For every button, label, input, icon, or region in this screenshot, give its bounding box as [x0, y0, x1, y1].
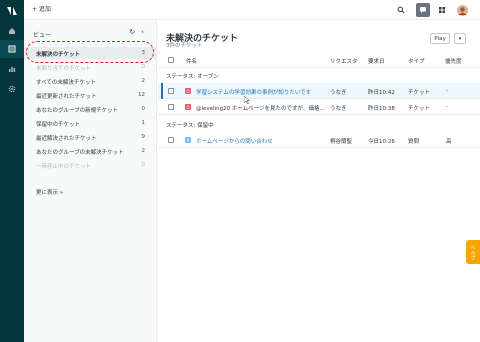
ticket-updated: 今日10:26	[368, 139, 395, 145]
views-icon	[8, 45, 16, 53]
show-more-link[interactable]: 更に表示 »	[36, 188, 63, 196]
search-button[interactable]	[394, 3, 408, 17]
add-button[interactable]: + 追加	[32, 4, 51, 13]
table-header: 件名 リクエスタ 要求日 タイプ 優先度	[158, 52, 480, 68]
top-bar: + 追加	[24, 0, 480, 20]
options-dropdown[interactable]: ▾	[454, 33, 466, 44]
view-item-recently-updated[interactable]: 最近更新されたチケット 12	[24, 89, 157, 101]
ticket-requester: 桐谷蘭聖	[330, 139, 353, 145]
avatar-image	[456, 4, 468, 16]
status-badge: O	[185, 104, 191, 110]
home-nav[interactable]	[0, 22, 24, 40]
ticket-priority: 高	[446, 139, 452, 145]
status-badge: O	[185, 88, 191, 94]
search-icon	[397, 6, 405, 14]
col-priority[interactable]: 優先度	[445, 57, 462, 65]
row-checkbox[interactable]	[168, 104, 174, 110]
home-icon	[9, 28, 15, 34]
reports-icon	[9, 67, 16, 72]
collapse-icon[interactable]: ‹	[141, 28, 144, 36]
view-item-suspended[interactable]: 一時停止中のチケット 0	[24, 159, 157, 171]
group-header-open: ステータス: オープン	[166, 74, 219, 80]
view-item-group-new[interactable]: あなたのグループの新規チケット 0	[24, 103, 157, 115]
ticket-list-panel: 未解決のチケット 3件のチケット Play ▾ 件名 リクエスタ 要求日 タイプ…	[158, 20, 480, 342]
ticket-subject[interactable]: 学習システムの学習効果の事例が知りたいです	[196, 88, 311, 96]
group-header-pending: ステータス: 保留中	[166, 123, 214, 129]
views-title: ビュー	[33, 32, 52, 39]
ticket-requester: うなぎ	[330, 90, 347, 96]
col-requester[interactable]: リクエスタ	[330, 57, 358, 65]
row-checkbox[interactable]	[168, 88, 174, 94]
table-row[interactable]: O 学習システムの学習効果の事例が知りたいです うなぎ 昨日10:42 チケット…	[158, 83, 480, 99]
col-subject[interactable]: 件名	[186, 57, 197, 65]
ticket-updated: 昨日10:38	[368, 106, 395, 112]
select-all-checkbox[interactable]	[168, 57, 174, 63]
ticket-subject[interactable]: @leveling20 ホームページを見たのですが、価格...	[196, 104, 325, 112]
view-item-group-unsolved[interactable]: あなたのグループの未解決チケット 2	[24, 145, 157, 157]
ticket-updated: 昨日10:42	[368, 90, 395, 96]
table-row[interactable]: O @leveling20 ホームページを見たのですが、価格... うなぎ 昨日…	[158, 99, 480, 115]
apps-button[interactable]	[435, 3, 449, 17]
table-row[interactable]: P ホームページからの問い合わせ 桐谷蘭聖 今日10:26 質問 高	[158, 132, 480, 148]
ticket-type: 質問	[408, 139, 420, 145]
ticket-count: 3件のチケット	[166, 43, 203, 49]
admin-nav[interactable]	[0, 80, 24, 98]
reports-nav[interactable]	[0, 60, 24, 78]
ticket-requester: うなぎ	[330, 106, 347, 112]
row-selected-indicator	[161, 83, 163, 99]
mouse-pointer-icon	[244, 96, 250, 104]
view-item-pending[interactable]: 保留中のチケット 1	[24, 117, 157, 129]
row-checkbox[interactable]	[168, 137, 174, 143]
avatar[interactable]	[455, 3, 469, 17]
ticket-priority: -	[446, 88, 448, 94]
ticket-subject[interactable]: ホームページからの問い合わせ	[196, 137, 273, 145]
apps-icon	[439, 7, 445, 13]
refresh-icon[interactable]: ↻	[129, 28, 135, 36]
views-sidebar: ビュー ↻ ‹ 未解決のチケット 3 未割り当てのチケット 0 すべての未解決チ…	[24, 20, 157, 342]
view-item-recently-solved[interactable]: 最近解決されたチケット 9	[24, 131, 157, 143]
gear-icon	[8, 85, 16, 93]
ticket-type: チケット	[408, 106, 431, 112]
view-item-all-unsolved[interactable]: すべての未解決チケット 2	[24, 75, 157, 87]
col-updated[interactable]: 要求日	[368, 57, 385, 65]
chat-button[interactable]	[416, 3, 430, 17]
help-tab[interactable]: ヘルプ	[466, 240, 480, 264]
view-item-open-tickets[interactable]: 未解決のチケット 3	[24, 47, 157, 59]
col-type[interactable]: タイプ	[408, 57, 425, 65]
chevron-down-icon: ▾	[458, 35, 462, 42]
play-button[interactable]: Play	[430, 33, 450, 44]
ticket-priority: -	[446, 104, 448, 110]
views-nav[interactable]	[0, 40, 24, 58]
zendesk-logo[interactable]	[5, 4, 19, 18]
product-rail	[0, 0, 24, 342]
chat-icon	[420, 7, 426, 13]
view-item-unassigned[interactable]: 未割り当てのチケット 0	[24, 61, 157, 73]
status-badge: P	[185, 137, 191, 143]
ticket-type: チケット	[408, 90, 431, 96]
